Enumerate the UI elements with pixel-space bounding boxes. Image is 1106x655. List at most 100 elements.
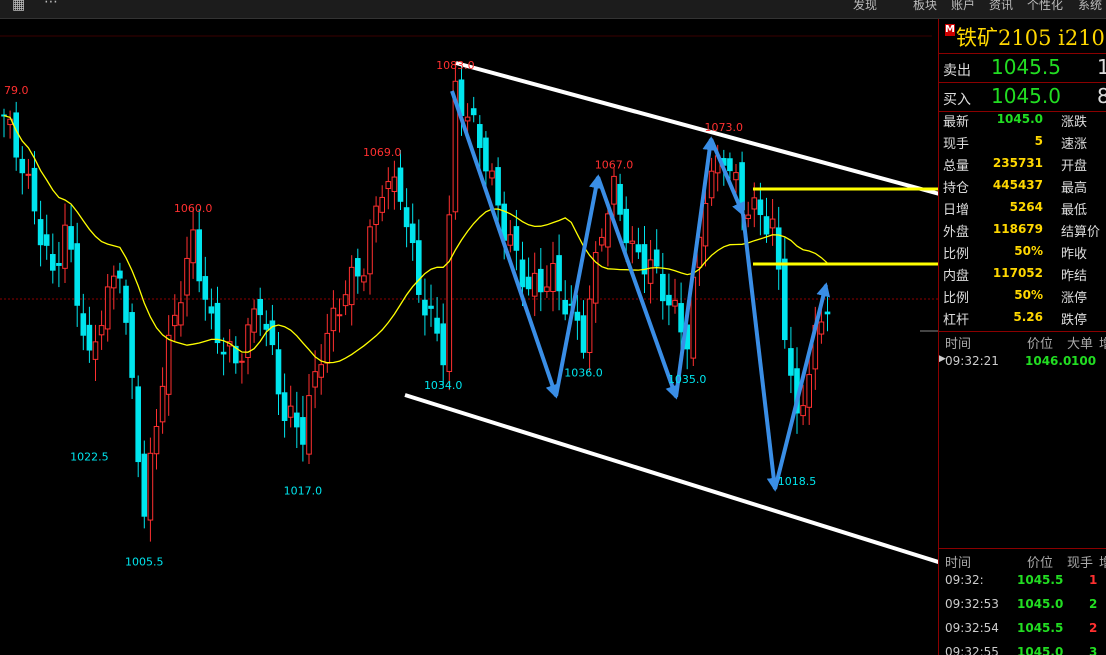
candle-body xyxy=(214,302,221,344)
candle-body xyxy=(434,317,440,334)
low-price-label: 1036.0 xyxy=(564,367,603,380)
candle-body xyxy=(806,374,813,408)
quote-value: 5 xyxy=(1034,134,1043,148)
candle-body xyxy=(464,116,471,122)
tick-volume: 1 xyxy=(1089,573,1098,587)
tick-time: 09:32:55 xyxy=(945,645,999,655)
big-order-row[interactable]: ▶ 09:32:21 1046.0 100 xyxy=(939,350,1106,374)
candle-body xyxy=(306,395,312,455)
menu-system[interactable]: 系统 xyxy=(1078,0,1102,13)
candle-body xyxy=(129,312,135,378)
candle-body xyxy=(769,218,776,229)
low-price-label: 1018.5 xyxy=(778,475,817,488)
candle-body xyxy=(37,219,44,246)
quote-row: 杠杆 5.26 跌停 xyxy=(939,307,1106,329)
lower-channel-arrow xyxy=(404,393,938,564)
quote-label: 比例 xyxy=(943,291,970,306)
quote-value: 50% xyxy=(1014,244,1043,258)
candle-body xyxy=(300,417,306,445)
candle-body xyxy=(489,170,495,179)
tick-price: 1045.5 xyxy=(1017,573,1064,587)
quote-label-right: 开盘 xyxy=(1061,159,1088,174)
tick-row[interactable]: 09:32:55 1045.0 3 xyxy=(939,641,1106,655)
candle-body xyxy=(153,425,160,455)
candle-body xyxy=(50,254,56,271)
candle-body xyxy=(538,268,544,293)
quote-panel: M 铁矿2105 i210 卖出 1045.5 1 买入 1045.0 8 最新… xyxy=(938,19,1106,655)
candle-body xyxy=(159,385,166,423)
candle-body xyxy=(409,223,416,244)
menu-personalize[interactable]: 个性化 xyxy=(1027,0,1063,13)
candle-body xyxy=(702,202,709,247)
candle-body xyxy=(361,275,367,283)
buy-row[interactable]: 买入 1045.0 8 xyxy=(939,83,1106,112)
tick-row[interactable]: 09:32:54 1045.5 2 xyxy=(939,617,1106,641)
candle-body xyxy=(422,299,428,316)
quote-row: 总量 235731 开盘 xyxy=(939,153,1106,175)
quote-label-right: 最高 xyxy=(1061,181,1088,196)
candle-body xyxy=(348,266,355,306)
high-price-label: 79.0 xyxy=(4,84,29,97)
candle-body xyxy=(611,175,617,205)
candle-body xyxy=(495,167,501,206)
candle-body xyxy=(117,270,123,279)
candle-body xyxy=(19,158,26,174)
menu-discover[interactable]: 发现 xyxy=(853,0,877,13)
candle-body xyxy=(739,162,745,211)
menu-sectors[interactable]: 板块 xyxy=(913,0,937,13)
candle-body xyxy=(385,181,392,190)
tick-time: 09:32: xyxy=(945,573,984,587)
candle-body xyxy=(751,197,758,210)
candle-body xyxy=(56,262,62,266)
wave-arrow xyxy=(450,90,560,399)
instrument-title: 铁矿2105 i210 xyxy=(956,26,1105,50)
candle-body xyxy=(666,294,672,306)
menu-account[interactable]: 账户 xyxy=(951,0,975,13)
candle-body xyxy=(556,255,562,292)
tick-price: 1045.0 xyxy=(1017,597,1064,611)
candle-body xyxy=(330,307,337,332)
menu-news[interactable]: 资讯 xyxy=(989,0,1013,13)
tick-time: 09:32:54 xyxy=(945,621,999,635)
candle-body xyxy=(544,286,550,292)
quote-row: 最新 1045.0 涨跌 xyxy=(939,109,1106,131)
buy-label: 买入 xyxy=(943,92,971,108)
candle-body xyxy=(525,276,532,290)
candle-body xyxy=(672,299,678,307)
candle-body xyxy=(782,258,788,341)
candle-body xyxy=(507,234,514,246)
quote-label-right: 最低 xyxy=(1061,203,1088,218)
candle-body xyxy=(172,314,178,327)
high-price-label: 1069.0 xyxy=(363,146,402,159)
quote-value: 5.26 xyxy=(1013,310,1043,324)
tick-row[interactable]: 09:32: 1045.5 1 xyxy=(939,569,1106,593)
sell-row[interactable]: 卖出 1045.5 1 xyxy=(939,54,1106,83)
tick-row[interactable]: 09:32:53 1045.0 2 xyxy=(939,593,1106,617)
candle-body xyxy=(104,286,111,330)
candle-body xyxy=(757,199,764,216)
candle-body xyxy=(184,257,190,296)
candle-body xyxy=(190,229,196,264)
quote-label: 持仓 xyxy=(943,181,970,196)
candlestick-chart[interactable]: 79.0 1060.0 1069.0 1083.0 1067.0 1073.0 1022.5… xyxy=(0,19,938,655)
candle-body xyxy=(355,258,361,277)
more-icon[interactable]: ⋯ xyxy=(44,0,58,10)
candle-body xyxy=(281,392,288,421)
candle-body xyxy=(562,299,569,315)
instrument-title-row[interactable]: M 铁矿2105 i210 xyxy=(939,19,1106,54)
quote-label-right: 昨收 xyxy=(1061,247,1088,262)
candle-body xyxy=(147,452,154,521)
candle-body xyxy=(403,207,410,228)
high-price-label: 1083.0 xyxy=(436,59,475,72)
candle-body xyxy=(647,259,654,284)
candle-body xyxy=(62,224,68,269)
candle-body xyxy=(727,158,733,172)
quote-label: 最新 xyxy=(943,115,970,130)
candle-body xyxy=(733,172,739,181)
candle-body xyxy=(391,176,398,193)
candle-body xyxy=(336,314,343,317)
quote-row: 外盘 118679 结算价 xyxy=(939,219,1106,241)
calculator-icon[interactable]: ▦ xyxy=(12,0,25,13)
candle-body xyxy=(763,216,770,235)
candles-group xyxy=(1,63,831,542)
